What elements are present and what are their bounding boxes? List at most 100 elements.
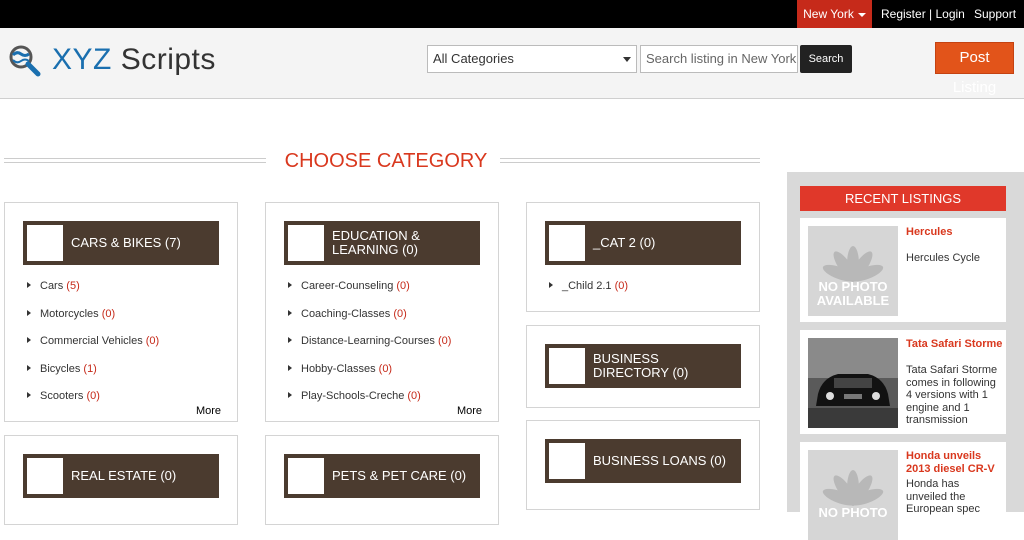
no-photo-image: NO PHOTO AVAILABLE bbox=[808, 226, 898, 316]
listing-description: Hercules Cycle bbox=[906, 252, 980, 264]
section-heading: CHOOSE CATEGORY bbox=[4, 146, 760, 176]
subcategory-item[interactable]: Play-Schools-Creche (0) bbox=[286, 389, 451, 417]
category-title: EDUCATION & LEARNING (0) bbox=[332, 228, 420, 257]
category-title: CARS & BIKES (7) bbox=[71, 235, 181, 250]
category-card-cars-bikes: CARS & BIKES (7) Cars (5) Motorcycles (0… bbox=[4, 202, 238, 422]
subcategory-label: Distance-Learning-Courses bbox=[301, 335, 435, 347]
no-photo-peacock-icon: NO PHOTO AVAILABLE bbox=[808, 226, 898, 316]
dropdown-arrow-icon bbox=[623, 57, 631, 62]
category-thumbnail bbox=[27, 225, 63, 261]
category-thumbnail bbox=[27, 458, 63, 494]
subcategory-label: Scooters bbox=[40, 390, 84, 402]
subcategory-label: Career-Counseling bbox=[301, 280, 394, 292]
recent-listings-title: RECENT LISTINGS bbox=[800, 186, 1006, 211]
subcategory-list: _Child 2.1 (0) bbox=[547, 279, 628, 307]
category-header[interactable]: PETS & PET CARE (0) bbox=[284, 454, 480, 498]
subcategory-count: (0) bbox=[86, 390, 100, 402]
subcategory-count: (0) bbox=[101, 307, 116, 320]
subcategory-item[interactable]: Coaching-Classes (0) bbox=[286, 307, 451, 335]
category-thumbnail bbox=[549, 225, 585, 261]
subcategory-item[interactable]: Career-Counseling (0) bbox=[286, 279, 451, 307]
category-title: BUSINESS LOANS (0) bbox=[593, 453, 726, 468]
support-link[interactable]: Support bbox=[974, 0, 1016, 28]
category-select-value: All Categories bbox=[433, 51, 514, 66]
no-photo-label: NO PHOTO AVAILABLE bbox=[816, 280, 890, 308]
category-header[interactable]: BUSINESS DIRECTORY (0) bbox=[545, 344, 741, 388]
globe-search-icon bbox=[9, 45, 41, 77]
subcategory-count: (0) bbox=[378, 362, 393, 375]
header: XYZ Scripts All Categories Search listin… bbox=[0, 28, 1024, 99]
subcategory-label: _Child 2.1 bbox=[562, 280, 612, 292]
subcategory-label: Motorcycles bbox=[40, 307, 99, 320]
city-label: New York bbox=[803, 7, 854, 21]
subcategory-count: (0) bbox=[145, 335, 160, 347]
city-selector[interactable]: New York bbox=[797, 0, 872, 28]
search-input[interactable]: Search listing in New York bbox=[640, 45, 798, 73]
subcategory-item[interactable]: Motorcycles (0) bbox=[25, 307, 159, 335]
listing-card[interactable]: Tata Safari Storme Tata Safari Storme co… bbox=[800, 330, 1006, 434]
subcategory-item[interactable]: _Child 2.1 (0) bbox=[547, 279, 628, 307]
post-listing-button[interactable]: Post Listing bbox=[935, 42, 1014, 96]
no-photo-image: NO PHOTO bbox=[808, 450, 898, 540]
subcategory-count: (0) bbox=[407, 390, 421, 402]
logo[interactable]: XYZ Scripts bbox=[6, 42, 216, 78]
category-card-cat2: _CAT 2 (0) _Child 2.1 (0) bbox=[526, 202, 760, 312]
brand-name: XYZ Scripts bbox=[52, 43, 216, 77]
category-header[interactable]: BUSINESS LOANS (0) bbox=[545, 439, 741, 483]
subcategory-label: Coaching-Classes bbox=[301, 307, 391, 320]
subcategory-count: (0) bbox=[614, 280, 629, 292]
subcategory-label: Commercial Vehicles bbox=[40, 335, 143, 347]
subcategory-item[interactable]: Scooters (0) bbox=[25, 389, 159, 417]
no-photo-peacock-icon: NO PHOTO bbox=[808, 450, 898, 540]
subcategory-label: Bicycles bbox=[40, 362, 81, 375]
search-placeholder: Search listing in New York bbox=[646, 51, 797, 66]
category-card-business-loans: BUSINESS LOANS (0) bbox=[526, 420, 760, 510]
category-card-business-directory: BUSINESS DIRECTORY (0) bbox=[526, 325, 760, 408]
category-title: _CAT 2 (0) bbox=[593, 235, 656, 250]
listing-description: Tata Safari Storme comes in following 4 … bbox=[906, 364, 998, 426]
category-header[interactable]: REAL ESTATE (0) bbox=[23, 454, 219, 498]
search-button[interactable]: Search bbox=[800, 45, 852, 73]
category-thumbnail bbox=[549, 443, 585, 479]
top-bar: New York Register | Login Support bbox=[0, 0, 1024, 28]
subcategory-label: Play-Schools-Creche bbox=[301, 390, 405, 402]
category-title: REAL ESTATE (0) bbox=[71, 468, 177, 483]
recent-listings-sidebar: RECENT LISTINGS NO PHOTO AVAILABLE Hercu… bbox=[787, 172, 1024, 540]
subcategory-label: Cars bbox=[40, 280, 64, 292]
heading-rule-right bbox=[500, 158, 760, 163]
category-header[interactable]: CARS & BIKES (7) bbox=[23, 221, 219, 265]
subcategory-count: (5) bbox=[66, 280, 80, 292]
category-select[interactable]: All Categories bbox=[427, 45, 637, 73]
listing-title[interactable]: Honda unveils 2013 diesel CR-V bbox=[906, 450, 1002, 475]
caret-down-icon bbox=[857, 12, 866, 17]
register-login-link[interactable]: Register | Login bbox=[881, 0, 965, 28]
listing-card[interactable]: NO PHOTO AVAILABLE Hercules Hercules Cyc… bbox=[800, 218, 1006, 322]
category-title: BUSINESS DIRECTORY (0) bbox=[593, 351, 689, 380]
subcategory-item[interactable]: Bicycles (1) bbox=[25, 362, 159, 390]
heading-rule-left bbox=[4, 158, 266, 163]
category-thumbnail bbox=[288, 225, 324, 261]
car-photo-icon bbox=[808, 338, 898, 428]
subcategory-count: (1) bbox=[83, 362, 97, 375]
listing-description: Honda has unveiled the European spec bbox=[906, 478, 980, 515]
category-title: PETS & PET CARE (0) bbox=[332, 468, 467, 483]
more-link[interactable]: More bbox=[196, 405, 221, 417]
subcategory-count: (0) bbox=[437, 335, 452, 347]
category-thumbnail bbox=[549, 348, 585, 384]
more-link[interactable]: More bbox=[457, 405, 482, 417]
subcategory-item[interactable]: Commercial Vehicles (0) bbox=[25, 334, 159, 362]
subcategory-count: (0) bbox=[396, 280, 410, 292]
category-header[interactable]: _CAT 2 (0) bbox=[545, 221, 741, 265]
listing-car-photo bbox=[808, 338, 898, 428]
subcategory-item[interactable]: Cars (5) bbox=[25, 279, 159, 307]
subcategory-count: (0) bbox=[393, 307, 407, 320]
listing-title[interactable]: Tata Safari Storme bbox=[906, 338, 1002, 350]
listing-card[interactable]: NO PHOTO Honda unveils 2013 diesel CR-V … bbox=[800, 442, 1006, 540]
subcategory-item[interactable]: Hobby-Classes (0) bbox=[286, 362, 451, 390]
subcategory-list: Career-Counseling (0) Coaching-Classes (… bbox=[286, 279, 451, 417]
listing-title[interactable]: Hercules bbox=[906, 226, 952, 238]
category-header[interactable]: EDUCATION & LEARNING (0) bbox=[284, 221, 480, 265]
subcategory-item[interactable]: Distance-Learning-Courses (0) bbox=[286, 334, 451, 362]
brand-suffix: Scripts bbox=[111, 43, 216, 76]
subcategory-list: Cars (5) Motorcycles (0) Commercial Vehi… bbox=[25, 279, 159, 417]
